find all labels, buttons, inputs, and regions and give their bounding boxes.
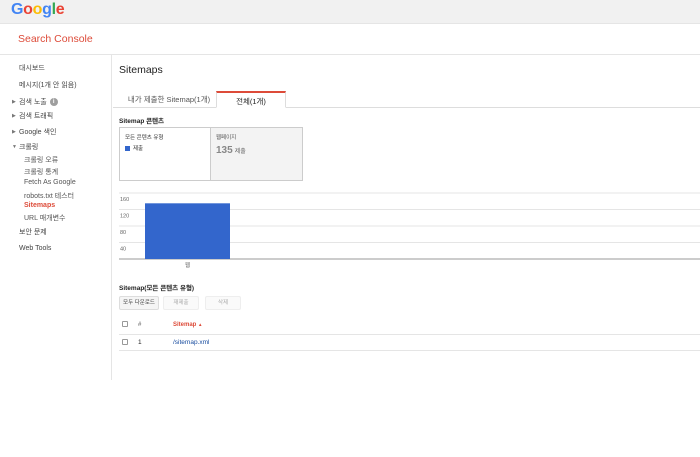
- sidebar: 대시보드 메시지(1개 안 읽음) ▶ 검색 노출 i ▶ 검색 트래픽 ▶ Go…: [0, 55, 112, 380]
- legend-label: 제출: [133, 146, 144, 152]
- logo-letter-e: e: [55, 1, 65, 18]
- app-title[interactable]: Search Console: [18, 33, 93, 45]
- bar-0[interactable]: [145, 203, 230, 259]
- sidebar-item-label: 검색 노출: [19, 99, 47, 106]
- app-bar: Search Console: [0, 24, 700, 55]
- logo-letter-o1: o: [23, 1, 33, 18]
- page-title: Sitemaps: [119, 64, 163, 76]
- row-number: 1: [138, 339, 142, 346]
- google-logo[interactable]: Google: [11, 1, 65, 19]
- sidebar-item-search-appearance[interactable]: 검색 노출 i: [19, 97, 58, 107]
- card-all-types-label: 모든 콘텐츠 유형: [125, 135, 164, 141]
- sitemap-link[interactable]: /sitemap.xml: [173, 339, 209, 346]
- legend-submitted: 제출: [125, 144, 143, 152]
- sitemap-content-heading: Sitemap 콘텐츠: [119, 118, 165, 125]
- row-checkbox[interactable]: [122, 339, 128, 345]
- legend-swatch: [125, 146, 130, 152]
- logo-letter-g2: g: [42, 1, 52, 18]
- sidebar-item-web-tools[interactable]: Web Tools: [19, 245, 51, 252]
- column-header-number: #: [138, 322, 142, 328]
- sidebar-item-url-parameters[interactable]: URL 매개변수: [24, 213, 65, 223]
- card-webpages-label: 웹페이지: [216, 135, 237, 141]
- google-top-bar: Google: [0, 0, 700, 24]
- y-tick-label: 160: [120, 197, 129, 203]
- content-type-card-all[interactable]: 모든 콘텐츠 유형 제출: [119, 127, 211, 181]
- tab-all[interactable]: 전체(1개): [216, 91, 286, 108]
- column-header-sitemap-label: Sitemap: [173, 322, 197, 328]
- card-webpages-count-row: 135 제출: [216, 145, 246, 156]
- x-tick-label: 웹: [185, 261, 190, 269]
- sidebar-item-dashboard[interactable]: 대시보드: [19, 63, 45, 73]
- sidebar-item-google-index[interactable]: Google 색인: [19, 127, 56, 137]
- tab-my-submitted-sitemaps[interactable]: 내가 제출한 Sitemap(1개): [119, 91, 219, 108]
- sidebar-item-search-traffic[interactable]: 검색 트래픽: [19, 111, 53, 121]
- sitemap-chart: 40 80 120 160 웹: [119, 192, 700, 269]
- main-content: Sitemaps 내가 제출한 Sitemap(1개) 전체(1개) Sitem…: [113, 55, 700, 457]
- expand-arrow-icon[interactable]: ▶: [12, 129, 16, 135]
- sidebar-item-security-issues[interactable]: 보안 문제: [19, 227, 47, 237]
- table-row-divider: [119, 350, 700, 351]
- sitemap-table-heading: Sitemap(모든 콘텐츠 유형): [119, 285, 195, 292]
- y-tick-label: 40: [120, 247, 126, 253]
- resubmit-button[interactable]: 재제출: [163, 296, 199, 310]
- webpages-count-label: 제출: [234, 149, 246, 155]
- logo-letter-o2: o: [32, 1, 43, 18]
- content-type-card-webpages[interactable]: 웹페이지 135 제출: [211, 127, 303, 181]
- sidebar-item-robots-tester[interactable]: robots.txt 테스터: [24, 191, 74, 201]
- sidebar-item-sitemaps[interactable]: Sitemaps: [24, 202, 55, 209]
- sidebar-item-crawl-stats[interactable]: 크롤링 통계: [24, 167, 58, 177]
- y-tick-label: 80: [120, 230, 126, 236]
- expand-arrow-icon[interactable]: ▶: [12, 113, 16, 119]
- column-header-sitemap[interactable]: Sitemap ▲: [173, 322, 202, 328]
- sidebar-item-messages[interactable]: 메시지(1개 안 읽음): [19, 80, 77, 90]
- sort-ascending-icon: ▲: [198, 322, 203, 327]
- delete-button[interactable]: 삭제: [205, 296, 241, 310]
- info-icon[interactable]: i: [49, 98, 58, 107]
- collapse-arrow-icon[interactable]: ▼: [12, 144, 17, 150]
- table-header-divider: [119, 334, 700, 335]
- sidebar-item-crawl[interactable]: 크롤링: [19, 142, 38, 152]
- logo-letter-g: G: [11, 1, 24, 18]
- y-tick-label: 120: [120, 214, 129, 220]
- sidebar-item-fetch-as-google[interactable]: Fetch As Google: [24, 179, 76, 186]
- webpages-count: 135: [216, 145, 233, 156]
- expand-arrow-icon[interactable]: ▶: [12, 99, 16, 105]
- sidebar-item-crawl-errors[interactable]: 크롤링 오류: [24, 155, 58, 165]
- download-all-button[interactable]: 모두 다운로드: [119, 296, 159, 310]
- select-all-checkbox[interactable]: [122, 321, 128, 327]
